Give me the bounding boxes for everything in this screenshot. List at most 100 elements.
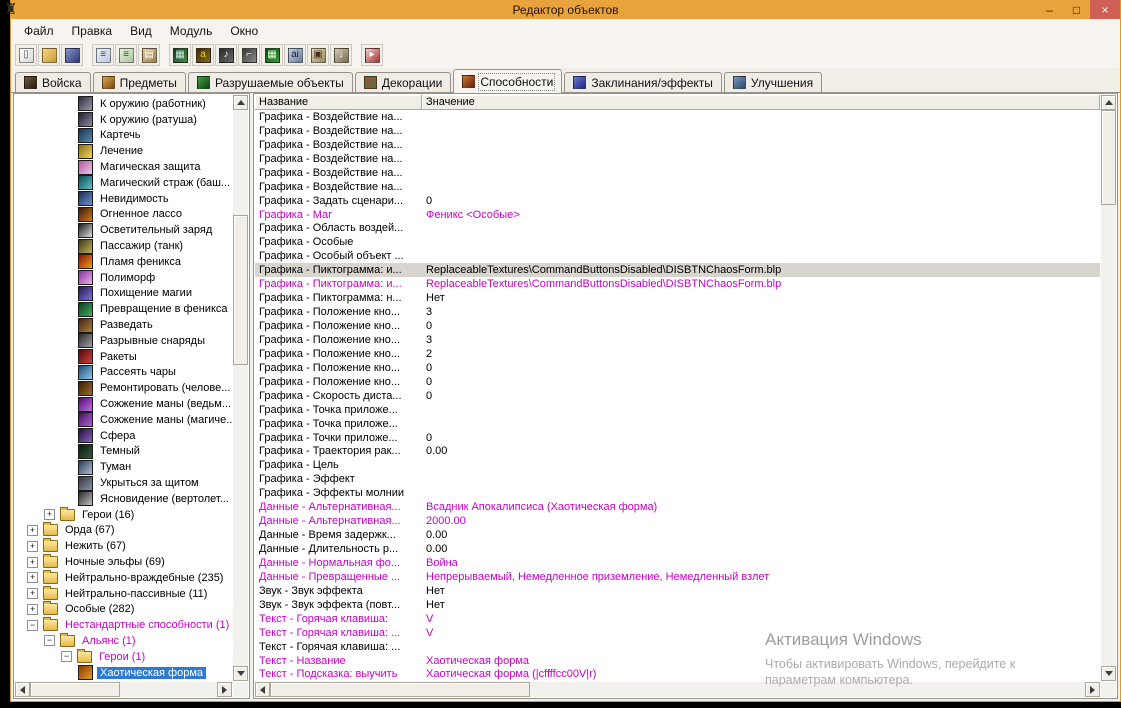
expand-icon[interactable]: + [27, 556, 38, 568]
collapse-icon[interactable]: − [27, 619, 38, 631]
paste-button[interactable]: ▤ [138, 44, 160, 66]
tree-item[interactable]: Похищение магии [15, 285, 232, 302]
menu-item-window[interactable]: Окно [221, 21, 267, 41]
tree-item[interactable]: Огненное лассо [15, 206, 232, 223]
table-row[interactable]: Звук - Звук эффекта Нет [255, 584, 1100, 598]
table-row[interactable]: Графика - Скорость диста... 0 [255, 389, 1100, 403]
column-header-value[interactable]: Значение [422, 95, 1100, 110]
tab-upgrades[interactable]: Улучшения [723, 72, 823, 92]
collapse-icon[interactable]: − [61, 651, 72, 663]
copy-object-button[interactable]: ≡ [115, 44, 137, 66]
tab-abilities[interactable]: Способности [453, 69, 563, 93]
table-row[interactable]: Графика - Цель [255, 458, 1100, 472]
test-map-button[interactable]: ▸ [361, 44, 383, 66]
tree-item[interactable]: − Герои (1) [15, 648, 232, 665]
scroll-up-button[interactable] [1101, 95, 1116, 110]
tree-item[interactable]: Пассажир (танк) [15, 238, 232, 254]
tree-item[interactable]: Хаотическая форма [15, 665, 232, 681]
tree-item[interactable]: Полиморф [15, 270, 232, 286]
scroll-down-button[interactable] [1101, 666, 1116, 681]
table-row[interactable]: Графика - Воздействие на... [255, 152, 1100, 166]
close-button[interactable]: × [1090, 0, 1120, 19]
expand-icon[interactable]: + [27, 603, 38, 615]
menu-item-file[interactable]: Файл [15, 21, 63, 41]
tree-item[interactable]: Темный [15, 443, 232, 460]
sound-editor-button[interactable]: ♪ [215, 44, 237, 66]
table-vertical-scrollbar[interactable] [1101, 95, 1116, 681]
table-row[interactable]: Данные - Длительность р... 0.00 [255, 542, 1100, 556]
tab-doodads[interactable]: Декорации [354, 72, 452, 92]
scroll-thumb[interactable] [1101, 110, 1116, 205]
tree-item[interactable]: К оружию (работник) [15, 96, 232, 112]
terrain-editor-button[interactable]: ▦ [169, 44, 191, 66]
tree-horizontal-scrollbar[interactable] [15, 682, 232, 697]
tree-item[interactable]: Магическая защита [15, 159, 232, 175]
tree-item[interactable]: Невидимость [15, 191, 232, 207]
table-row[interactable]: Графика - Точка приложе... [255, 403, 1100, 417]
menu-item-edit[interactable]: Правка [63, 21, 122, 41]
table-row[interactable]: Данные - Альтернативная... Всадник Апокал… [255, 500, 1100, 514]
table-row[interactable]: Графика - Траектория рак... 0.00 [255, 445, 1100, 459]
tree-item[interactable]: Осветительный заряд [15, 222, 232, 238]
tree-vertical-scrollbar[interactable] [233, 95, 248, 681]
tree-item[interactable]: К оружию (ратуша) [15, 112, 232, 128]
table-row[interactable]: Графика - Положение кно... 0 [255, 319, 1100, 333]
table-row[interactable]: Текст - Подсказка: выучить Хаотическая фо… [255, 668, 1100, 682]
table-row[interactable]: Графика - Особый объект ... [255, 249, 1100, 263]
table-row[interactable]: Данные - Время задержк... 0.00 [255, 528, 1100, 542]
tree-item[interactable]: Ракеты [15, 349, 232, 365]
tree-item[interactable]: Ясновидение (вертолет... [15, 491, 232, 507]
tree-item[interactable]: Разведать [15, 317, 232, 333]
tree-item[interactable]: + Ночные эльфы (69) [15, 554, 232, 570]
table-row[interactable]: Графика - Задать сценари... 0 [255, 194, 1100, 208]
tree-item[interactable]: Превращение в феникса [15, 301, 232, 317]
copy-button[interactable]: ≡ [92, 44, 114, 66]
tree-item[interactable]: + Нейтрально-враждебные (235) [15, 569, 232, 586]
menu-item-view[interactable]: Вид [121, 21, 161, 41]
table-row[interactable]: Звук - Звук эффекта (повт... Нет [255, 598, 1100, 612]
tab-items[interactable]: Предметы [92, 72, 186, 92]
expand-icon[interactable]: + [27, 588, 38, 600]
scroll-right-button[interactable] [1085, 682, 1100, 697]
table-row[interactable]: Данные - Альтернативная... 2000.00 [255, 514, 1100, 528]
trigger-editor-button[interactable]: a [192, 44, 214, 66]
tree-item[interactable]: − Нестандартные способности (1) [15, 617, 232, 633]
table-row[interactable]: Графика - Воздействие на... [255, 124, 1100, 138]
table-row[interactable]: Графика - Положение кно... 3 [255, 333, 1100, 347]
column-header-name[interactable]: Название [255, 95, 422, 110]
table-row[interactable]: Графика - Воздействие на... [255, 180, 1100, 194]
scroll-thumb[interactable] [30, 682, 120, 697]
table-row[interactable]: Графика - Пиктограмма: и... ReplaceableTe… [255, 277, 1100, 291]
tree-item[interactable]: Сожжение маны (ведьм... [15, 396, 232, 412]
expand-icon[interactable]: + [27, 524, 38, 536]
table-row[interactable]: Графика - Положение кно... 2 [255, 347, 1100, 361]
import-manager-button[interactable]: ↓ [330, 44, 352, 66]
expand-icon[interactable]: + [44, 509, 55, 521]
campaign-editor-button[interactable]: ▦ [261, 44, 283, 66]
expand-icon[interactable]: + [27, 540, 38, 552]
table-row[interactable]: Графика - Пиктограмма: н... Нет [255, 291, 1100, 305]
table-row[interactable]: Данные - Превращенные ... Непрерываемый, … [255, 570, 1100, 584]
tree-item[interactable]: Сфера [15, 428, 232, 444]
table-row[interactable]: Текст - Название Хаотическая форма [255, 654, 1100, 668]
expand-icon[interactable]: + [27, 572, 38, 584]
tab-spells-effects[interactable]: Заклинания/эффекты [564, 72, 722, 92]
tree-item[interactable]: Укрыться за щитом [15, 475, 232, 491]
object-editor-button[interactable]: ⌐ [238, 44, 260, 66]
tree-item[interactable]: − Альянс (1) [15, 632, 232, 649]
table-row[interactable]: Данные - Нормальная фо... Война [255, 556, 1100, 570]
tree-item[interactable]: Картечь [15, 127, 232, 144]
tree-item[interactable]: Туман [15, 459, 232, 475]
table-row[interactable]: Графика - Положение кно... 0 [255, 375, 1100, 389]
tree-item[interactable]: Пламя феникса [15, 254, 232, 270]
table-row[interactable]: Графика - Воздействие на... [255, 110, 1100, 124]
scroll-left-button[interactable] [15, 682, 30, 697]
scroll-thumb[interactable] [233, 215, 248, 365]
table-row[interactable]: Текст - Горячая клавиша: V [255, 612, 1100, 626]
tree-item[interactable]: Рассеять чары [15, 364, 232, 381]
collapse-icon[interactable]: − [44, 635, 55, 647]
open-map-button[interactable] [38, 44, 60, 66]
new-map-button[interactable]: ▯ [15, 44, 37, 66]
tree-item[interactable]: Ремонтировать (челове... [15, 380, 232, 396]
tree-item[interactable]: Лечение [15, 143, 232, 159]
